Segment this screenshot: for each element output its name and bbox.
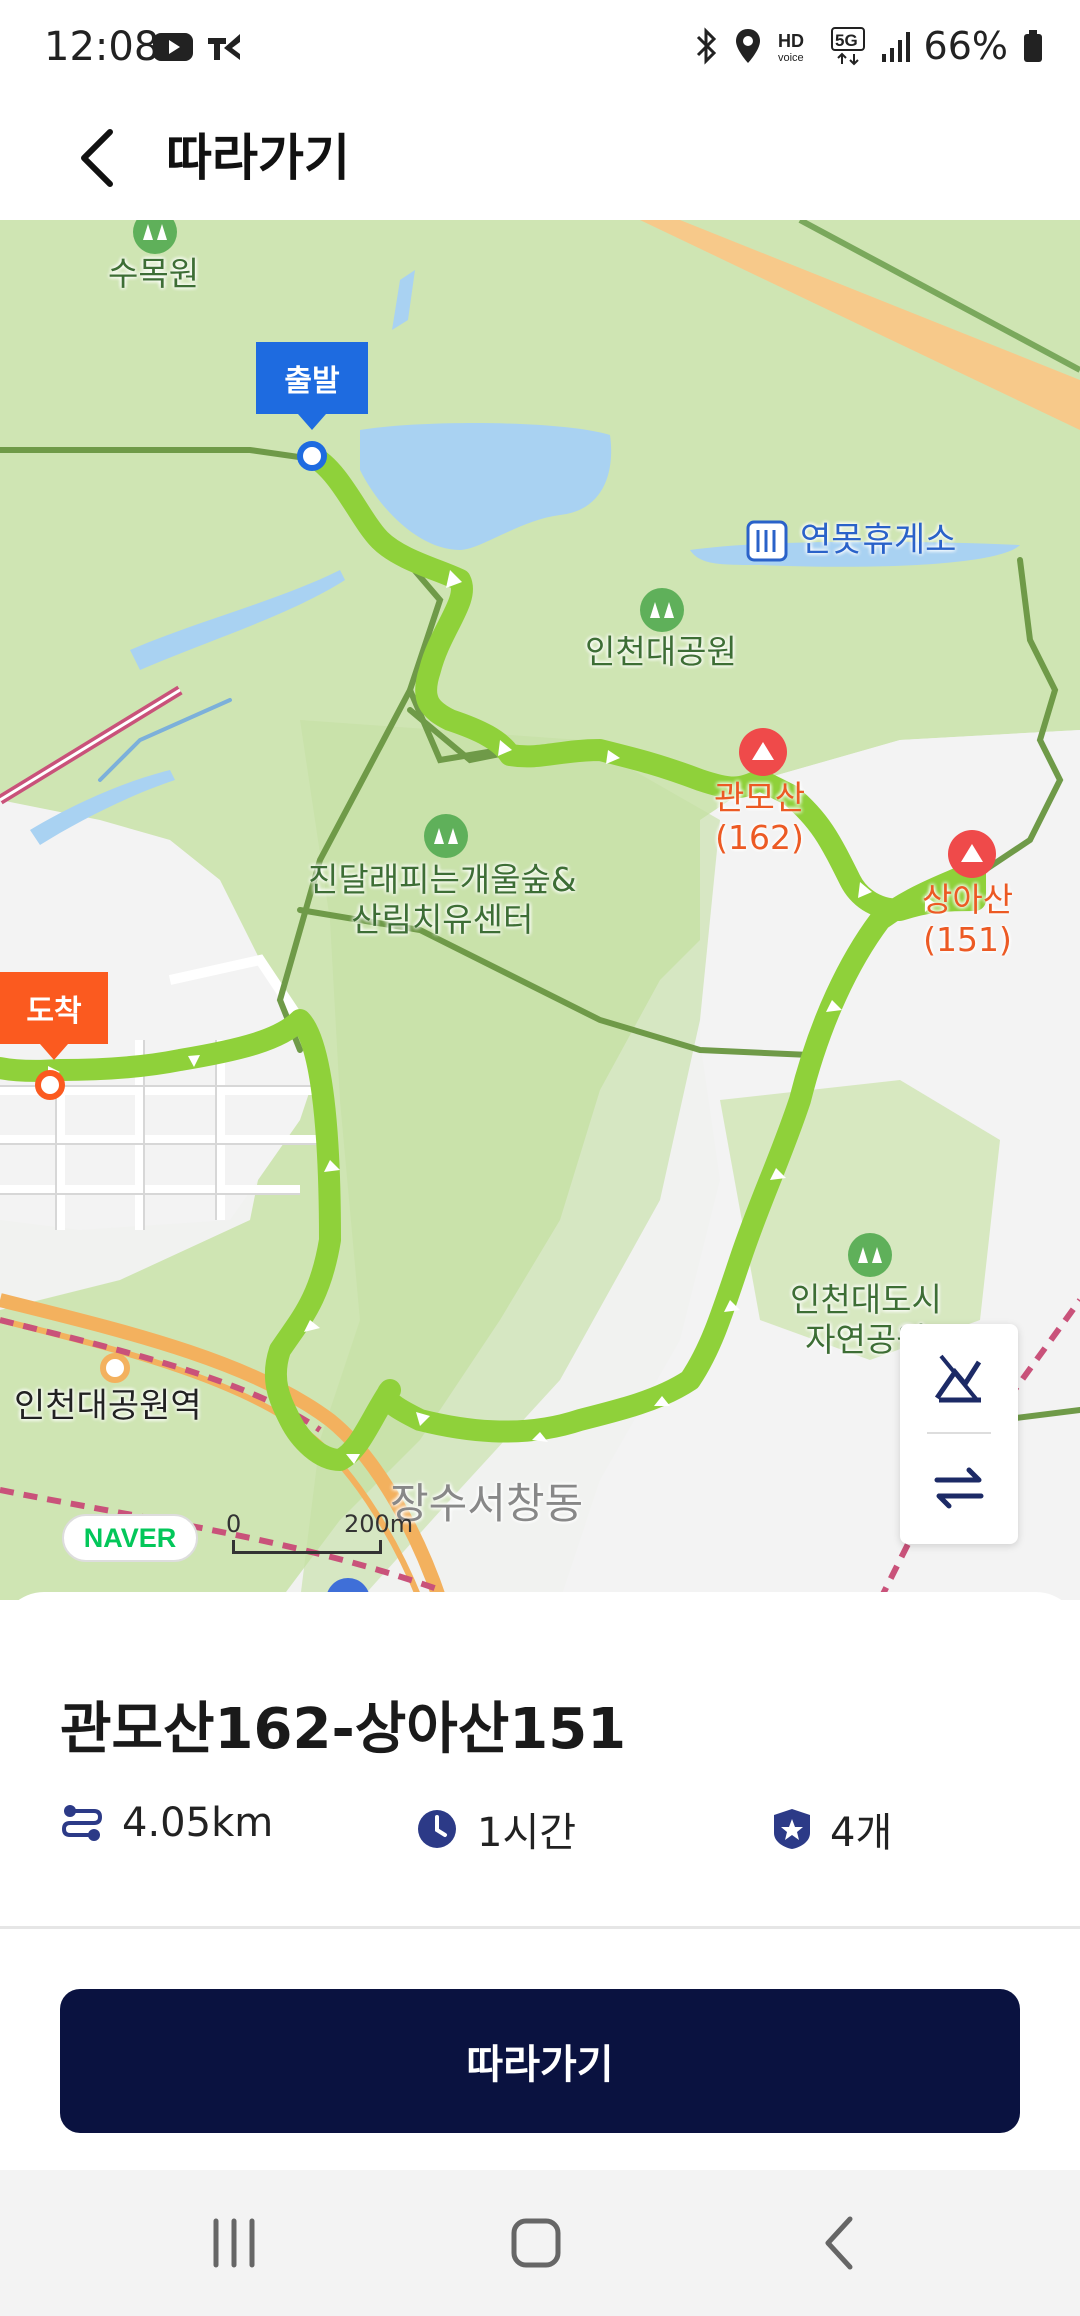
end-marker[interactable]: 도착 [0,972,108,1060]
back-arrow-icon [825,2216,853,2270]
scale-distance: 200m [344,1510,414,1538]
action-area: 따라가기 [0,1929,1080,2169]
signal-icon [881,32,910,62]
svg-text:5G: 5G [835,31,858,50]
status-bar: 12:08 HD voice 5G 66% [0,0,1080,96]
stat-distance: 4.05km [60,1800,273,1846]
page-title: 따라가기 [166,129,350,187]
stat-duration: 1시간 [415,1800,576,1858]
peak-label-gwanmosan: 관모산 (162) [714,778,805,858]
battery-icon [1024,30,1042,62]
place-label-sumokwon: 수목원 [108,254,200,293]
route-info-sheet: 관모산162-상아산151 4.05km 1시간 4개 [0,1592,1080,1972]
place-label-grand-park: 인천대공원 [585,632,737,671]
stamps-value: 4개 [830,1810,893,1856]
route-map[interactable]: 수목원 연못휴게소 인천대공원 관모산 (162) 상아산 (151) 진달래피… [0,220,1080,1600]
recent-apps-icon [213,2218,255,2268]
youtube-icon [153,33,193,61]
label-line: 산림치유센터 [351,900,534,939]
label-line: 진달래피는개울숲& [308,860,577,899]
swap-arrows-icon [934,1467,984,1509]
place-label-district: 장수서창동 [390,1479,584,1528]
home-icon [511,2218,561,2268]
chevron-left-icon [81,129,113,187]
elevation-toggle-button[interactable] [900,1324,1018,1432]
stamp-badge-icon [774,1809,810,1849]
stat-stamps: 4개 [772,1800,892,1858]
location-icon [735,29,760,63]
elevation-icon [934,1354,982,1403]
place-label-azalea-forest: 진달래피는개울숲& 산림치유센터 [308,860,577,940]
home-button[interactable] [476,2200,596,2286]
bluetooth-icon [696,27,716,65]
naver-logo: NAVER [62,1514,198,1562]
status-time: 12:08 [44,24,160,70]
follow-button[interactable]: 따라가기 [60,1989,1020,2133]
peak-name: 상아산 [922,880,1014,919]
place-label-rest-area: 연못휴게소 [800,520,957,560]
5g-icon: 5G [830,27,865,66]
header: 따라가기 [0,96,1080,220]
map-scale: 0 200m [226,1510,413,1554]
hd-voice-icon: HDvoice [778,31,804,64]
battery-percent: 66% [923,24,1008,68]
label-line: 인천대도시 [790,1280,942,1319]
reverse-route-button[interactable] [900,1434,1018,1542]
place-label-station: 인천대공원역 [14,1386,202,1426]
peak-label-sangasan: 상아산 (151) [922,880,1013,960]
system-nav-bar [0,2170,1080,2316]
app-notification-icon [208,34,240,60]
peak-height: (151) [923,920,1012,959]
start-marker[interactable]: 출발 [256,342,368,430]
recent-apps-button[interactable] [174,2200,294,2286]
route-distance-icon [61,1805,103,1841]
system-back-button[interactable] [778,2200,898,2286]
svg-text:voice: voice [778,52,804,64]
scale-zero: 0 [226,1510,242,1538]
distance-value: 4.05km [122,1800,274,1846]
svg-text:HD: HD [778,31,804,51]
duration-value: 1시간 [477,1810,577,1856]
back-button[interactable] [56,114,136,202]
route-stats: 4.05km 1시간 4개 [60,1800,1020,1856]
peak-height: (162) [715,818,804,857]
map-controls [900,1324,1018,1544]
peak-name: 관모산 [714,778,806,817]
clock-icon [418,1810,456,1848]
route-title: 관모산162-상아산151 [60,1697,627,1762]
